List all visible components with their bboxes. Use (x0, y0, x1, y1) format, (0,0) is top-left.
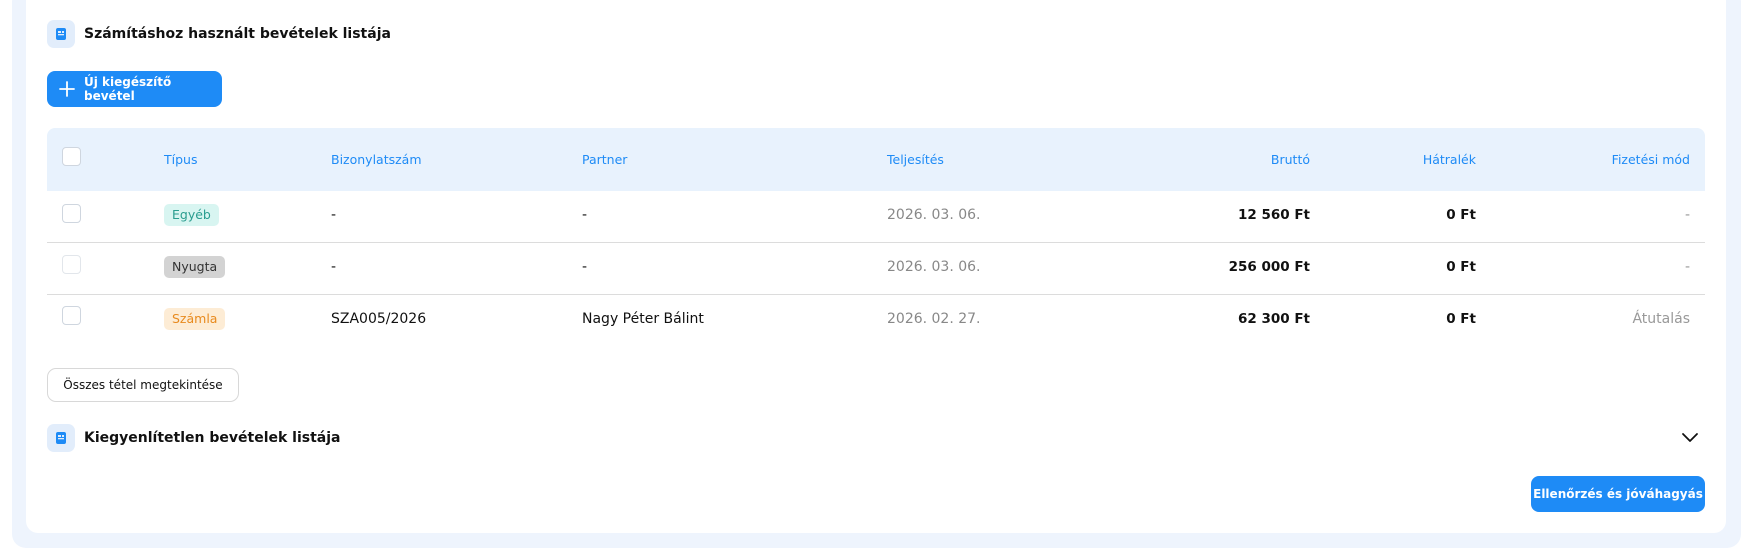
partner: - (582, 259, 588, 275)
type-badge: Nyugta (164, 256, 226, 278)
fulfillment-date: 2026. 02. 27. (887, 311, 981, 327)
row-checkbox[interactable] (62, 204, 81, 223)
partner: - (582, 207, 588, 223)
arrears-amount: 0 Ft (1446, 259, 1476, 275)
col-header-arrears[interactable]: Hátralék (1423, 152, 1476, 167)
new-income-label: Új kiegészítő bevétel (84, 75, 172, 103)
type-badge: Egyéb (164, 204, 219, 226)
gross-amount: 256 000 Ft (1228, 259, 1310, 275)
doc-number: - (331, 207, 337, 223)
col-header-partner[interactable]: Partner (582, 152, 627, 167)
payment-method: Átutalás (1632, 311, 1690, 327)
new-income-button[interactable]: Új kiegészítő bevétel (47, 71, 222, 107)
table-row[interactable]: Nyugta - - 2026. 03. 06. 256 000 Ft 0 Ft… (47, 243, 1705, 295)
col-header-type[interactable]: Típus (164, 152, 197, 167)
arrears-amount: 0 Ft (1446, 207, 1476, 223)
table-row[interactable]: Számla SZA005/2026 Nagy Péter Bálint 202… (47, 295, 1705, 346)
used-income-section-header: Számításhoz használt bevételek listája (47, 20, 391, 48)
col-header-fulfillment[interactable]: Teljesítés (887, 152, 944, 167)
gross-amount: 62 300 Ft (1237, 311, 1310, 327)
receipt-icon (47, 424, 75, 452)
section-title: Számításhoz használt bevételek listája (84, 26, 391, 42)
select-all-checkbox[interactable] (62, 147, 81, 166)
row-checkbox[interactable] (62, 255, 81, 274)
payment-method: - (1684, 259, 1690, 275)
type-badge: Számla (164, 308, 226, 330)
chevron-down-icon[interactable] (1681, 431, 1699, 443)
fulfillment-date: 2026. 03. 06. (887, 259, 981, 275)
payment-method: - (1684, 207, 1690, 223)
col-header-payment-method[interactable]: Fizetési mód (1612, 152, 1690, 167)
plus-icon (59, 81, 75, 97)
section-title: Kiegyenlítetlen bevételek listája (84, 430, 341, 446)
arrears-amount: 0 Ft (1446, 311, 1476, 327)
doc-number: - (331, 259, 337, 275)
partner: Nagy Péter Bálint (582, 311, 704, 327)
verify-approve-button[interactable]: Ellenőrzés és jóváhagyás (1531, 476, 1705, 512)
fulfillment-date: 2026. 03. 06. (887, 207, 981, 223)
col-header-gross[interactable]: Bruttó (1271, 152, 1310, 167)
col-header-doc-number[interactable]: Bizonylatszám (331, 152, 422, 167)
receipt-icon (47, 20, 75, 48)
view-all-button[interactable]: Összes tétel megtekintése (47, 368, 239, 402)
gross-amount: 12 560 Ft (1237, 207, 1310, 223)
doc-number: SZA005/2026 (331, 311, 427, 327)
unsettled-income-section-header[interactable]: Kiegyenlítetlen bevételek listája (47, 424, 340, 452)
row-checkbox[interactable] (62, 306, 81, 325)
table-header: Típus Bizonylatszám Partner Teljesítés B… (47, 128, 1705, 191)
table-row[interactable]: Egyéb - - 2026. 03. 06. 12 560 Ft 0 Ft - (47, 191, 1705, 243)
income-table: Típus Bizonylatszám Partner Teljesítés B… (47, 128, 1705, 346)
